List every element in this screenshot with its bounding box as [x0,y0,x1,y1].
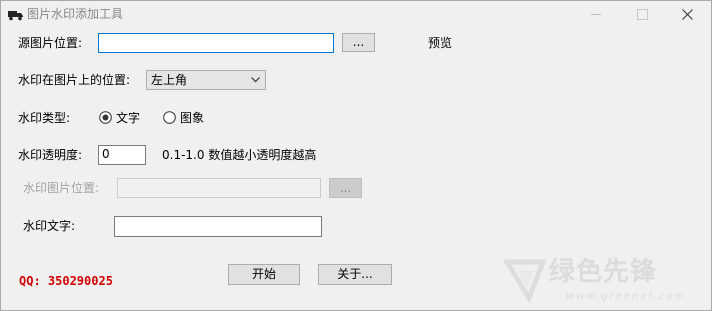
radio-text-label[interactable]: 文字 [116,111,140,125]
watermark-position-select[interactable]: 左上角 [146,70,266,90]
radio-text[interactable] [99,111,112,124]
start-button[interactable]: 开始 [228,264,300,285]
radio-unchecked-icon [163,111,176,124]
close-button[interactable] [665,1,711,29]
radio-checked-icon [99,111,112,124]
watermark-position-label: 水印在图片上的位置: [18,73,131,87]
app-truck-icon [8,11,23,21]
preview-link[interactable]: 预览 [428,36,452,50]
opacity-label: 水印透明度: [18,148,83,162]
qq-contact: QQ: 350290025 [19,274,113,288]
source-image-label: 源图片位置: [18,36,83,50]
watermark-type-label: 水印类型: [18,111,71,125]
window-title: 图片水印添加工具 [27,7,124,21]
site-watermark-name: 绿色先锋 [549,257,658,287]
title-bar[interactable]: 图片水印添加工具 [1,1,711,29]
maximize-button[interactable] [619,1,665,29]
site-watermark-url: www.greenxf.com [566,291,686,302]
minimize-icon [591,14,601,15]
radio-image[interactable] [163,111,176,124]
chevron-down-icon [251,77,260,83]
minimize-button[interactable] [573,1,619,29]
source-browse-button[interactable]: ... [342,33,375,52]
radio-image-label[interactable]: 图象 [180,111,204,125]
close-icon [682,9,693,20]
source-image-input[interactable] [98,33,334,53]
watermark-image-label: 水印图片位置: [23,181,100,195]
app-window: 图片水印添加工具 源图片位置: ... 预览 水印在图片上的位置: 左上角 水印… [0,0,712,311]
opacity-input[interactable]: 0 [98,145,146,165]
watermark-text-input[interactable] [114,216,322,237]
watermark-text-label: 水印文字: [23,219,76,233]
watermark-image-browse-button[interactable]: ... [329,178,362,198]
maximize-icon [637,9,648,20]
about-button[interactable]: 关于... [318,264,392,285]
opacity-hint: 0.1-1.0 数值越小透明度越高 [162,148,317,162]
watermark-position-value: 左上角 [151,73,188,87]
watermark-image-input[interactable] [117,178,321,198]
